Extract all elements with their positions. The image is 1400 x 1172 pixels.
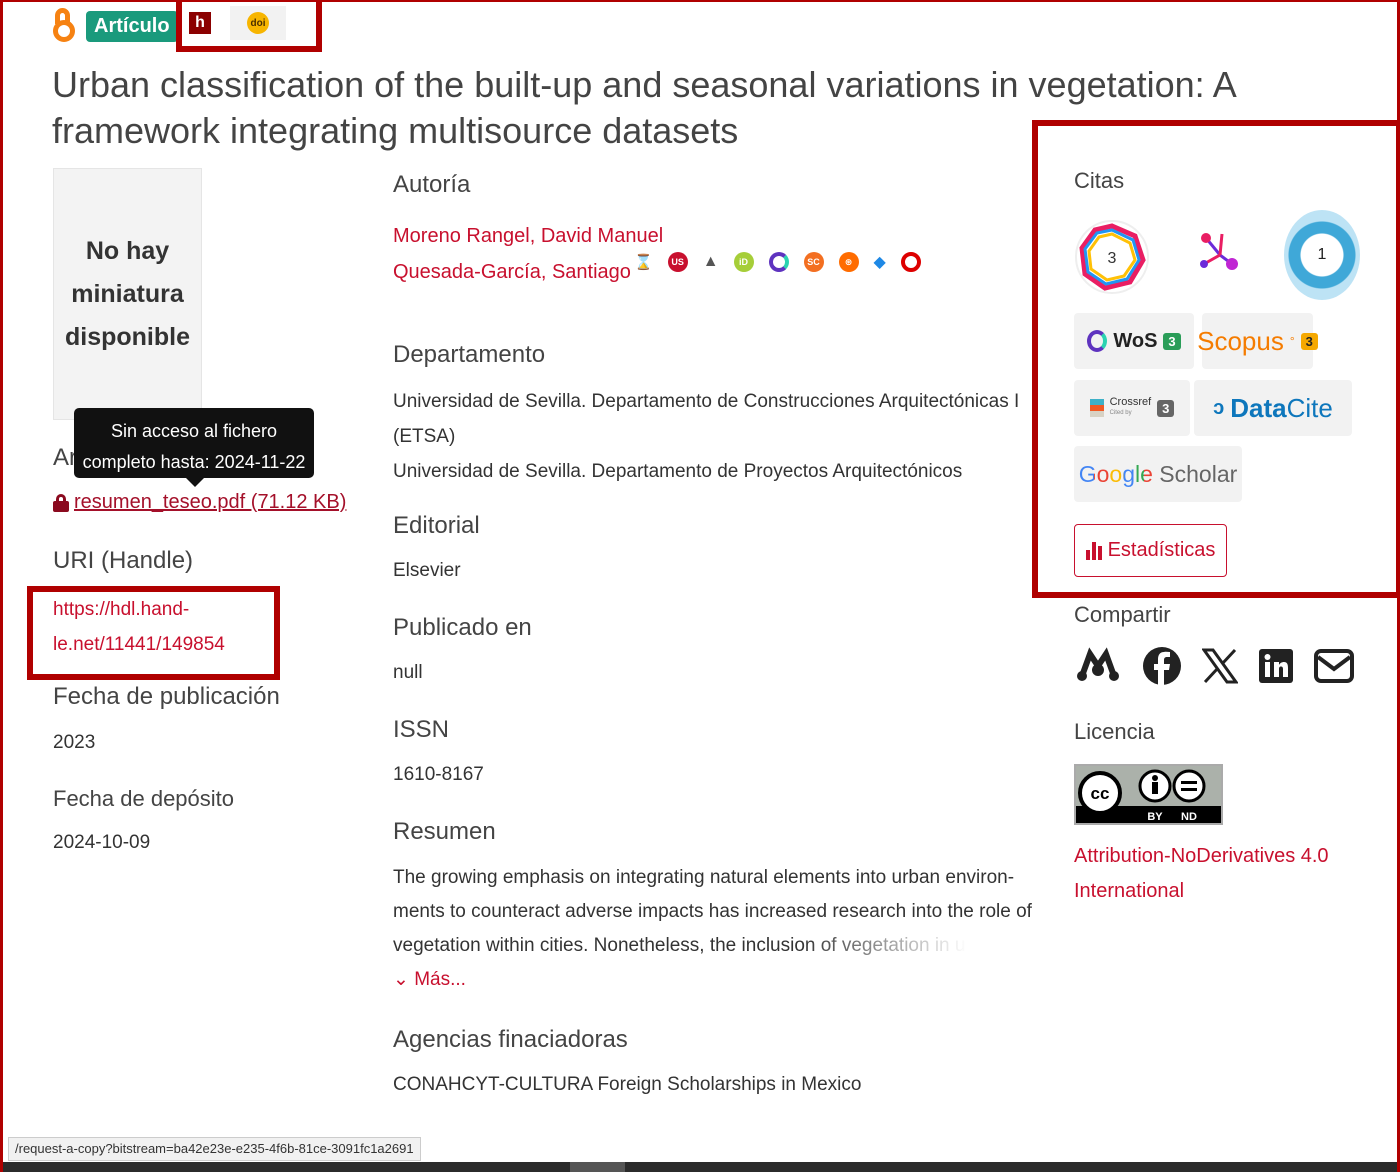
depdate-label: Fecha de depósito: [53, 786, 235, 811]
cc-by-nd-icon: cc BY ND: [1076, 766, 1221, 823]
altmetric-count: 3: [1108, 250, 1117, 267]
wos-icon[interactable]: [768, 252, 789, 272]
license-link-line-1: Attribution-NoDerivatives 4.0: [1074, 845, 1329, 867]
scopus-count: 3: [1300, 332, 1318, 350]
lock-icon: [53, 493, 69, 512]
tooltip-line-1: Sin acceso al fichero: [110, 421, 278, 441]
crossref-sublabel: Cited by: [1109, 410, 1132, 416]
crossref-count: 3: [1157, 399, 1175, 417]
doi-icon[interactable]: doi: [230, 6, 286, 40]
editorial-value: Elsevier: [393, 560, 461, 581]
abstract-line: ments to counteract adverse impacts has …: [393, 901, 1032, 922]
author-profile-icons: ⌛ US ▲ iD SC ⊛ ◆: [634, 252, 921, 272]
department-values: Universidad de Sevilla. Departamento de …: [393, 384, 1033, 489]
thumbnail-placeholder: No hay miniatura disponible: [53, 168, 202, 420]
author-link[interactable]: Quesada-García, Santiago: [393, 254, 663, 290]
chevron-down-icon: ⌄: [393, 969, 415, 990]
department-1-suffix: (ETSA): [393, 426, 456, 447]
dimensions-count: 1: [1317, 246, 1327, 263]
datacite-button[interactable]: ↄ DataCite: [1194, 380, 1352, 436]
show-more-label: Más...: [414, 969, 466, 990]
orcid-icon[interactable]: iD: [733, 252, 754, 272]
plumx-icon[interactable]: [1196, 230, 1244, 280]
statistics-label: Estadísticas: [1107, 539, 1216, 561]
bottom-taskbar: [0, 1162, 1400, 1172]
altmetric-donut-icon[interactable]: 3: [1073, 218, 1151, 296]
highlight-box-handle: [27, 586, 280, 680]
funding-label: Agencias finaciadoras: [393, 1026, 628, 1053]
facebook-icon[interactable]: [1142, 646, 1182, 686]
google-label: Google: [1078, 460, 1153, 487]
author-link[interactable]: Moreno Rangel, David Manuel: [393, 218, 663, 254]
share-icons: [1074, 646, 1354, 686]
item-badges: Artículo: [52, 8, 178, 44]
published-in-label: Publicado en: [393, 614, 532, 641]
license-label: Licencia: [1074, 719, 1155, 744]
tag-icon[interactable]: ◆: [874, 252, 886, 272]
scholar-label: Scholar: [1152, 460, 1238, 487]
crossref-logo-icon: [1089, 399, 1104, 417]
scopus-registered-mark: °: [1289, 334, 1295, 348]
authors-list: Moreno Rangel, David Manuel Quesada-Garc…: [393, 218, 663, 290]
share-label: Compartir: [1074, 602, 1171, 627]
tooltip-line-2: completo hasta: 2024-11-22: [82, 452, 306, 472]
status-bar-url: /request-a-copy?bitstream=ba42e23e-e235-…: [8, 1137, 421, 1161]
funding-value: CONAHCYT-CULTURA Foreign Scholarships in…: [393, 1074, 862, 1095]
scopus-icon[interactable]: ⊛: [838, 252, 859, 272]
linkedin-icon[interactable]: [1258, 648, 1294, 684]
pubdate-label: Fecha de publicación: [53, 683, 280, 710]
dimensions-badge-icon[interactable]: 1: [1284, 210, 1360, 300]
wos-label: WoS: [1113, 329, 1158, 352]
issn-value: 1610-8167: [393, 764, 484, 785]
department-label: Departamento: [393, 341, 546, 368]
type-badge: Artículo: [86, 10, 178, 42]
editorial-label: Editorial: [393, 512, 480, 539]
cc-nd-label: ND: [1181, 811, 1197, 823]
authors-label: Autoría: [393, 171, 471, 198]
datacite-label-a: Data: [1230, 392, 1287, 423]
statistics-button[interactable]: Estadísticas: [1074, 524, 1227, 577]
wos-citations-button[interactable]: WoS 3: [1074, 313, 1194, 369]
bar-chart-icon: [1085, 541, 1102, 560]
access-tooltip: Sin acceso al fichero completo hasta: 20…: [74, 408, 314, 487]
crossref-label: Crossref: [1109, 396, 1152, 408]
datacite-label-b: Cite: [1286, 392, 1333, 423]
file-item: resumen_teseo.pdf (71.12 KB): [53, 491, 346, 514]
cc-license-badge[interactable]: cc BY ND: [1074, 764, 1223, 825]
cc-by-label: BY: [1147, 811, 1163, 823]
email-icon[interactable]: [1314, 649, 1354, 683]
us-icon[interactable]: US: [667, 252, 688, 272]
crossref-citations-button[interactable]: Crossref Cited by 3: [1074, 380, 1190, 436]
scholar-sc-icon[interactable]: SC: [803, 252, 824, 272]
pubdate-value: 2023: [53, 732, 96, 753]
uri-label: URI (Handle): [53, 547, 194, 574]
svg-text:cc: cc: [1091, 784, 1110, 803]
citations-label: Citas: [1074, 168, 1125, 193]
h-index-icon[interactable]: h: [189, 12, 211, 34]
abstract-fade: [800, 930, 1040, 964]
wos-count: 3: [1163, 332, 1181, 350]
depdate-value: 2024-10-09: [53, 832, 151, 853]
file-download-link[interactable]: resumen_teseo.pdf (71.12 KB): [74, 491, 346, 514]
mountain-icon[interactable]: ▲: [703, 253, 719, 271]
license-link[interactable]: Attribution-NoDerivatives 4.0 Internatio…: [1074, 839, 1374, 909]
scopus-citations-button[interactable]: Scopus ° 3: [1197, 313, 1318, 369]
hourglass-icon[interactable]: ⌛: [634, 253, 653, 271]
department-2: Universidad de Sevilla. Departamento de …: [393, 461, 963, 482]
published-in-value: null: [393, 662, 423, 683]
google-scholar-button[interactable]: Google Scholar: [1074, 446, 1242, 502]
x-twitter-icon[interactable]: [1202, 648, 1238, 684]
issn-label: ISSN: [393, 716, 450, 743]
abstract-line: The growing emphasis on integrating natu…: [393, 867, 1015, 888]
mendeley-icon[interactable]: [1074, 646, 1122, 686]
open-access-icon: [52, 8, 76, 44]
datacite-logo-icon: ↄ: [1213, 396, 1225, 419]
dialnet-icon[interactable]: [900, 252, 921, 272]
show-more-link[interactable]: ⌄ Más...: [393, 968, 466, 991]
department-1: Universidad de Sevilla. Departamento de …: [393, 391, 1020, 412]
scopus-label: Scopus: [1197, 325, 1284, 356]
license-link-line-2: International: [1074, 880, 1185, 902]
wos-logo-icon: [1087, 330, 1108, 352]
abstract-label: Resumen: [393, 818, 496, 845]
